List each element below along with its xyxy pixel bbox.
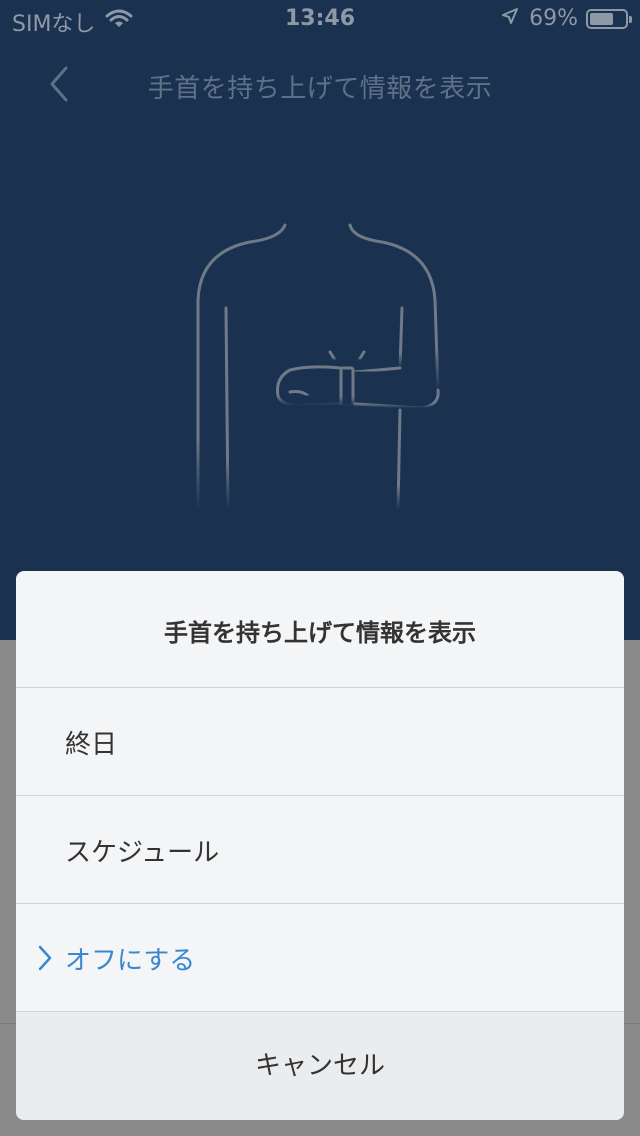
battery-level <box>590 12 613 25</box>
sheet-title: 手首を持ち上げて情報を表示 <box>16 571 624 688</box>
option-schedule[interactable]: スケジュール <box>16 796 624 904</box>
nav-bar: 手首を持ち上げて情報を表示 <box>0 48 640 120</box>
page-title: 手首を持ち上げて情報を表示 <box>147 74 493 104</box>
option-label: 終日 <box>65 730 118 760</box>
option-label: スケジュール <box>65 838 220 868</box>
option-all-day[interactable]: 終日 <box>16 688 624 796</box>
battery-icon <box>586 8 632 29</box>
cancel-button[interactable]: キャンセル <box>16 1012 624 1120</box>
action-sheet: 手首を持ち上げて情報を表示 終日 スケジュール オフにする キャンセル <box>16 571 624 1120</box>
option-off[interactable]: オフにする <box>16 904 624 1012</box>
battery-tip <box>629 15 632 23</box>
status-bar: SIMなし 13:46 69% <box>0 0 640 40</box>
location-arrow-icon <box>501 6 519 31</box>
chevron-right-icon <box>38 945 52 971</box>
battery-percent: 69% <box>529 6 578 31</box>
wrist-raise-figure-icon <box>170 200 470 520</box>
option-label: オフにする <box>65 946 196 976</box>
